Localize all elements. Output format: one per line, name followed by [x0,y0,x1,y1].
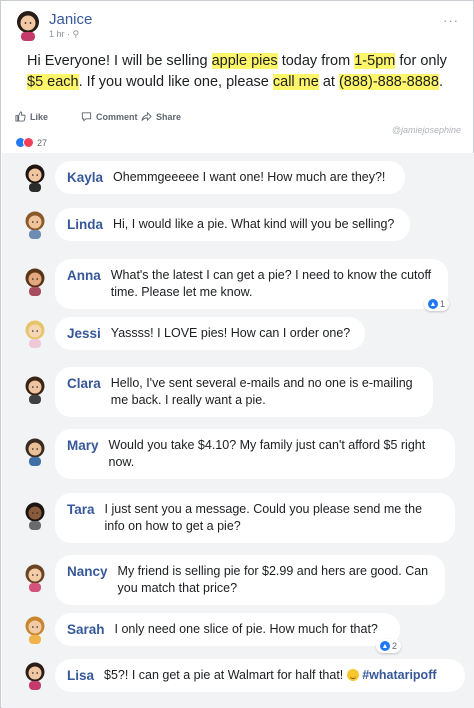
commenter-name[interactable]: Mary [67,437,99,471]
comment-text-body: Ohemmgeeeee I want one! How much are the… [113,170,386,184]
highlighted-text: call me [272,74,319,90]
thumbs-up-icon [15,111,26,122]
comment-text: What's the latest I can get a pie? I nee… [111,267,436,301]
share-arrow-icon [141,111,152,122]
commenter-name[interactable]: Jessi [67,325,101,342]
post-author-name[interactable]: Janice [49,11,92,28]
commenter-avatar[interactable] [21,162,49,192]
highlighted-text: $5 each [27,74,79,90]
comment-bubble: Clara Hello, I've sent several e-mails an… [55,367,433,417]
facebook-post: Janice 1 hr · ⚲ ··· Hi Everyone! I will … [0,0,474,708]
post-text-segment: Hi Everyone! I will be selling [27,53,212,69]
commenter-name[interactable]: Lisa [67,667,94,684]
comment-text-body: Would you take $4.10? My family just can… [108,438,426,469]
post-body: Hi Everyone! I will be selling apple pie… [27,51,457,93]
highlighted-text: (888)-888-8888 [338,74,439,90]
laughing-emoji-icon [346,669,359,681]
comment-row: Anna What's the latest I can get a pie? I… [1,259,474,311]
comment-like-count[interactable]: ▲ 2 [376,639,402,653]
commenter-avatar[interactable] [21,318,49,348]
commenter-avatar[interactable] [21,209,49,239]
comment-text: Hi, I would like a pie. What kind will y… [113,216,394,233]
comment-text: Yassss! I LOVE pies! How can I order one… [111,325,350,342]
comment-row: Nancy My friend is selling pie for $2.99 … [1,555,474,605]
reactions-summary[interactable]: 27 [15,137,47,148]
post-text-segment: . [438,74,443,90]
watermark: @jamiejosephine [391,125,461,135]
comment-row: Linda Hi, I would like a pie. What kind w… [1,208,474,241]
commenter-name[interactable]: Linda [67,216,103,233]
comment-bubble: Kayla Ohemmgeeeee I want one! How much ar… [55,161,405,194]
more-options-icon[interactable]: ··· [443,13,459,28]
post-action-bar: Like Comment Share @jamiejosephine [15,109,465,135]
comment-text: $5?! I can get a pie at Walmart for half… [104,667,437,684]
comment-text-body: Yassss! I LOVE pies! How can I order one… [110,326,351,340]
comment-bubble: Jessi Yassss! I LOVE pies! How can I orde… [55,317,365,350]
commenter-avatar[interactable] [21,436,49,466]
like-reaction-icon: ▲ [380,641,390,651]
comment-text-body: Hi, I would like a pie. What kind will y… [113,217,395,231]
reaction-count: 27 [37,137,48,148]
post-header: Janice 1 hr · ⚲ ··· [11,7,465,47]
like-reaction-icon: ▲ [428,299,438,309]
love-reaction-icon [23,137,34,148]
comment-text-body: I just sent you a message. Could you ple… [104,502,423,533]
post-text-segment: for only [395,53,447,69]
comment-text: I only need one slice of pie. How much f… [115,621,378,638]
comment-row: Jessi Yassss! I LOVE pies! How can I orde… [1,317,474,350]
comment-row: Sarah I only need one slice of pie. How m… [1,613,474,653]
comment-text: Would you take $4.10? My family just can… [109,437,443,471]
comment-row: Tara I just sent you a message. Could you… [1,493,474,543]
post-timestamp[interactable]: 1 hr · ⚲ [49,29,79,40]
comment-row: Clara Hello, I've sent several e-mails an… [1,367,474,417]
comment-bubble: Nancy My friend is selling pie for $2.99 … [55,555,445,605]
comment-text-body: My friend is selling pie for $2.99 and h… [117,564,429,595]
comment-text-body: I only need one slice of pie. How much f… [114,622,378,636]
comment-row: Kayla Ohemmgeeeee I want one! How much ar… [1,161,474,194]
comment-bubble: Sarah I only need one slice of pie. How m… [55,613,400,646]
comment-text-body: What's the latest I can get a pie? I nee… [110,268,432,299]
like-button[interactable]: Like [15,111,48,122]
commenter-name[interactable]: Clara [67,375,101,409]
comment-text: Ohemmgeeeee I want one! How much are the… [113,169,385,186]
post-text-segment: at [318,74,339,90]
commenter-avatar[interactable] [21,562,49,592]
comment-text-body: Hello, I've sent several e-mails and no … [110,376,413,407]
post-text-segment: . If you would like one, please [78,74,273,90]
comment-button[interactable]: Comment [81,111,138,122]
comment-text: Hello, I've sent several e-mails and no … [111,375,421,409]
comment-text: My friend is selling pie for $2.99 and h… [118,563,433,597]
like-count-value: 1 [440,299,446,309]
like-count-value: 2 [392,641,398,651]
audience-icon: ⚲ [72,29,80,39]
commenter-avatar[interactable] [21,614,49,644]
commenter-avatar[interactable] [21,374,49,404]
commenter-name[interactable]: Tara [67,501,95,535]
comment-bubble: Lisa $5?! I can get a pie at Walmart for … [55,659,465,692]
commenter-avatar[interactable] [21,660,49,690]
comment-row: Mary Would you take $4.10? My family just… [1,429,474,479]
share-button[interactable]: Share [141,111,181,122]
commenter-avatar[interactable] [21,500,49,530]
hashtag-link[interactable]: #whataripoff [359,668,436,682]
comment-row: Lisa $5?! I can get a pie at Walmart for … [1,659,474,692]
commenter-name[interactable]: Kayla [67,169,103,186]
commenter-name[interactable]: Anna [67,267,101,301]
comment-text: I just sent you a message. Could you ple… [105,501,443,535]
comment-bubble: Anna What's the latest I can get a pie? I… [55,259,448,309]
comment-text-body: $5?! I can get a pie at Walmart for half… [104,668,347,682]
post-text-segment: today from [277,53,355,69]
comment-icon [81,112,92,122]
commenter-avatar[interactable] [21,266,49,296]
comment-bubble: Tara I just sent you a message. Could you… [55,493,455,543]
commenter-name[interactable]: Nancy [67,563,108,597]
highlighted-text: apple pies [211,53,278,69]
comment-bubble: Mary Would you take $4.10? My family just… [55,429,455,479]
author-avatar[interactable] [11,7,45,41]
comment-like-count[interactable]: ▲ 1 [424,297,450,311]
commenter-name[interactable]: Sarah [67,621,105,638]
highlighted-text: 1-5pm [354,53,396,69]
comment-bubble: Linda Hi, I would like a pie. What kind w… [55,208,410,241]
